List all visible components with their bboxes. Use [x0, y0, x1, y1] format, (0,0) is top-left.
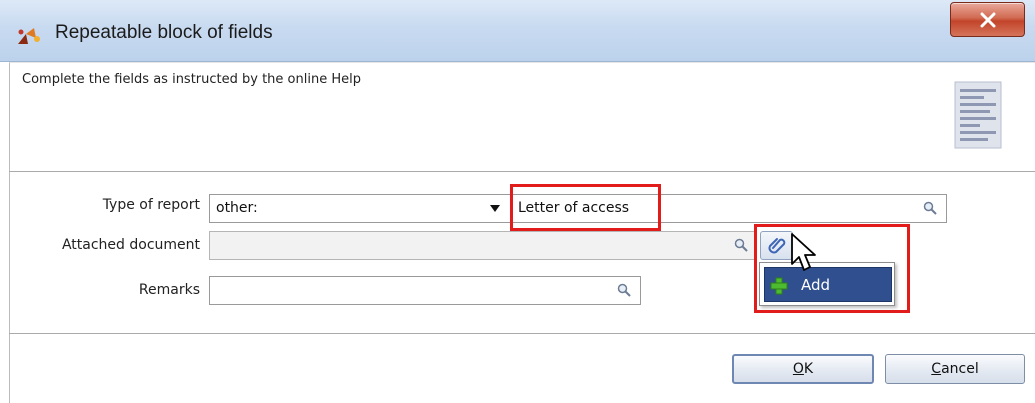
window-title: Repeatable block of fields [55, 22, 273, 43]
ok-button[interactable]: OK [732, 354, 874, 384]
magnifier-icon[interactable] [734, 238, 748, 252]
attached-document-input[interactable] [209, 231, 756, 260]
help-text: Complete the fields as instructed by the… [22, 72, 361, 87]
help-panel: Complete the fields as instructed by the… [9, 62, 1035, 171]
cancel-label-rest: ancel [941, 361, 979, 377]
ok-mnemonic: O [792, 361, 804, 377]
highlight-box-attach-menu [754, 224, 910, 313]
cancel-mnemonic: C [931, 361, 942, 377]
type-of-report-selected: other: [216, 200, 258, 216]
highlight-box-letter-of-access [510, 184, 661, 231]
remarks-label: Remarks [138, 282, 200, 298]
remarks-input[interactable] [209, 276, 641, 305]
magnifier-icon[interactable] [923, 201, 937, 215]
attached-document-label: Attached document [61, 237, 200, 253]
magnifier-icon[interactable] [617, 283, 631, 297]
dialog-window: Repeatable block of fields Complete the … [0, 0, 1035, 403]
button-bar [9, 334, 1035, 403]
document-lines-icon [954, 81, 1002, 149]
title-bar[interactable]: Repeatable block of fields [0, 0, 1035, 62]
cancel-button[interactable]: Cancel [885, 354, 1025, 384]
type-of-report-select[interactable]: other: [209, 194, 511, 223]
ok-label-rest: K [803, 361, 814, 377]
app-logo-icon [18, 28, 40, 44]
type-of-report-label: Type of report [102, 197, 200, 213]
dropdown-arrow-icon [490, 205, 500, 212]
close-icon [980, 12, 996, 28]
close-button[interactable] [950, 2, 1025, 37]
